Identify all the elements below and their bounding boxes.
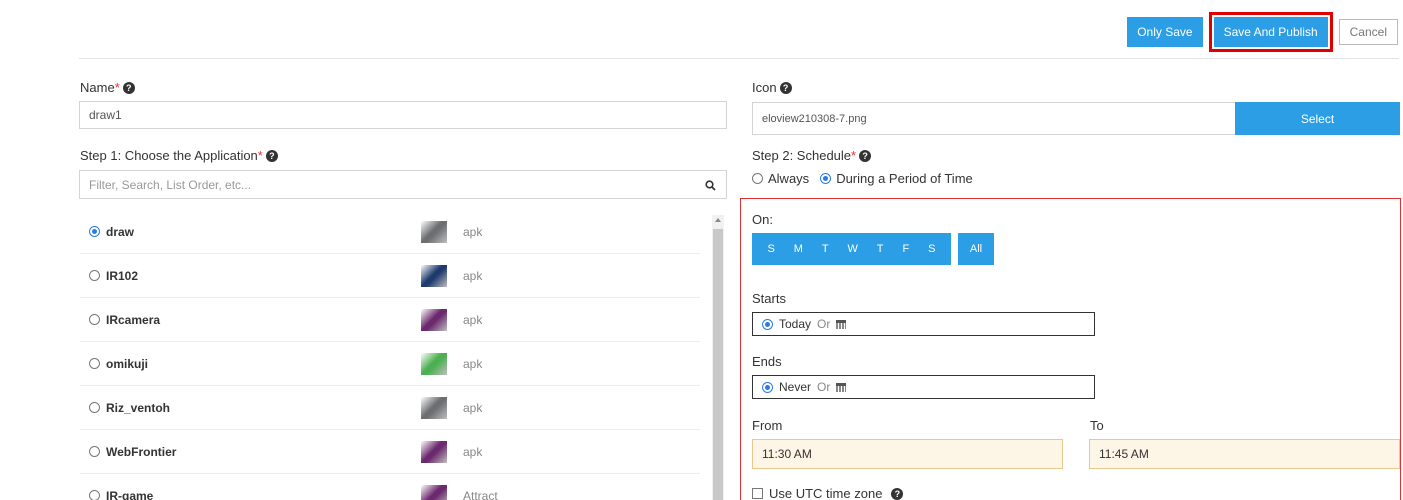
app-icon [421, 308, 447, 331]
day-wednesday[interactable]: W [847, 243, 857, 255]
app-icon [421, 264, 447, 287]
ends-field[interactable]: Never Or [752, 375, 1095, 399]
ends-value: Never [779, 380, 812, 394]
all-days-button[interactable]: All [958, 233, 994, 265]
scroll-up-arrow[interactable] [715, 218, 721, 222]
step2-label: Step 2: Schedule*? [752, 148, 872, 163]
day-monday[interactable]: M [794, 243, 803, 255]
day-thursday[interactable]: T [877, 243, 884, 255]
toolbar: Only Save Save And Publish Cancel [1127, 12, 1398, 52]
app-type: apk [463, 444, 483, 459]
app-list-item[interactable]: IRcamera apk [80, 298, 700, 342]
on-label: On: [752, 212, 773, 227]
app-name: IR-game [106, 488, 154, 500]
starts-today-radio[interactable] [762, 318, 773, 330]
icon-field-value: eloview210308-7.png [762, 112, 867, 125]
save-and-publish-button[interactable]: Save And Publish [1213, 17, 1328, 47]
icon-field[interactable]: eloview210308-7.png [752, 102, 1236, 135]
app-list-item[interactable]: omikuji apk [80, 342, 700, 386]
starts-or: Or [817, 317, 831, 331]
save-and-publish-highlight: Save And Publish [1208, 12, 1333, 52]
app-name: IRcamera [106, 312, 161, 327]
header-divider [79, 58, 1399, 59]
name-label: Name*? [80, 80, 135, 95]
app-radio[interactable] [89, 358, 100, 369]
day-friday[interactable]: F [902, 243, 909, 255]
app-radio[interactable] [89, 270, 100, 281]
name-field-value: draw1 [89, 108, 122, 122]
period-label: During a Period of Time [836, 171, 973, 186]
app-type: apk [463, 224, 483, 239]
icon-label: Icon? [752, 80, 792, 95]
name-field[interactable]: draw1 [79, 101, 727, 129]
search-icon[interactable] [705, 180, 716, 191]
app-icon [421, 352, 447, 375]
app-type: Attract [463, 488, 498, 500]
app-icon [421, 440, 447, 463]
app-filter-input[interactable]: Filter, Search, List Order, etc... [79, 170, 727, 199]
required-mark: * [114, 80, 120, 95]
help-icon: ? [122, 82, 135, 94]
app-list-scrollbar[interactable] [712, 215, 724, 500]
app-list-item[interactable]: IR-game Attract [80, 474, 700, 500]
ends-or: Or [817, 380, 831, 394]
app-icon [421, 396, 447, 419]
starts-label: Starts [752, 291, 786, 306]
app-filter-placeholder: Filter, Search, List Order, etc... [89, 177, 252, 192]
help-icon: ? [891, 487, 904, 500]
app-radio[interactable] [89, 226, 100, 237]
calendar-icon[interactable] [836, 319, 847, 329]
icon-select-button[interactable]: Select [1235, 102, 1400, 135]
calendar-icon[interactable] [836, 382, 847, 392]
app-list-item[interactable]: draw apk [80, 210, 700, 254]
always-label: Always [768, 171, 810, 186]
app-icon [421, 220, 447, 243]
app-name: omikuji [106, 356, 149, 371]
day-sunday[interactable]: S [767, 243, 774, 255]
app-list-item[interactable]: Riz_ventoh apk [80, 386, 700, 430]
starts-value: Today [779, 317, 812, 331]
to-time-input[interactable]: 11:45 AM [1089, 439, 1400, 469]
always-radio[interactable] [752, 173, 763, 184]
app-type: apk [463, 268, 483, 283]
app-radio[interactable] [89, 446, 100, 457]
day-saturday[interactable]: S [928, 243, 935, 255]
day-tuesday[interactable]: T [822, 243, 829, 255]
from-time-value: 11:30 AM [762, 447, 812, 461]
app-name: draw [106, 224, 135, 239]
to-label: To [1090, 418, 1104, 433]
from-time-input[interactable]: 11:30 AM [752, 439, 1063, 469]
app-radio[interactable] [89, 402, 100, 413]
app-name: IR102 [106, 268, 139, 283]
from-label: From [752, 418, 783, 433]
period-radio[interactable] [820, 173, 832, 184]
app-icon [421, 484, 447, 500]
to-time-value: 11:45 AM [1099, 447, 1149, 461]
utc-checkbox[interactable] [752, 488, 763, 499]
app-radio[interactable] [89, 490, 100, 500]
starts-field[interactable]: Today Or [752, 312, 1095, 336]
app-type: apk [463, 400, 483, 415]
app-name: WebFrontier [106, 444, 177, 459]
schedule-mode: Always During a Period of Time [752, 171, 973, 186]
help-icon: ? [859, 150, 872, 162]
scroll-thumb[interactable] [713, 229, 723, 500]
app-type: apk [463, 312, 483, 327]
app-radio[interactable] [89, 314, 100, 325]
help-icon: ? [779, 82, 792, 94]
app-name: Riz_ventoh [106, 400, 171, 415]
ends-never-radio[interactable] [762, 381, 773, 393]
app-list-item[interactable]: WebFrontier apk [80, 430, 700, 474]
utc-option: Use UTC time zone? [752, 486, 904, 500]
only-save-button[interactable]: Only Save [1127, 17, 1203, 47]
step1-label: Step 1: Choose the Application*? [80, 148, 278, 163]
cancel-button[interactable]: Cancel [1338, 19, 1398, 45]
app-type: apk [463, 356, 483, 371]
help-icon: ? [265, 150, 278, 162]
utc-label: Use UTC time zone [769, 486, 883, 500]
ends-label: Ends [752, 354, 782, 369]
day-selector: S M T W T F S [752, 233, 951, 265]
app-list-item[interactable]: IR102 apk [80, 254, 700, 298]
